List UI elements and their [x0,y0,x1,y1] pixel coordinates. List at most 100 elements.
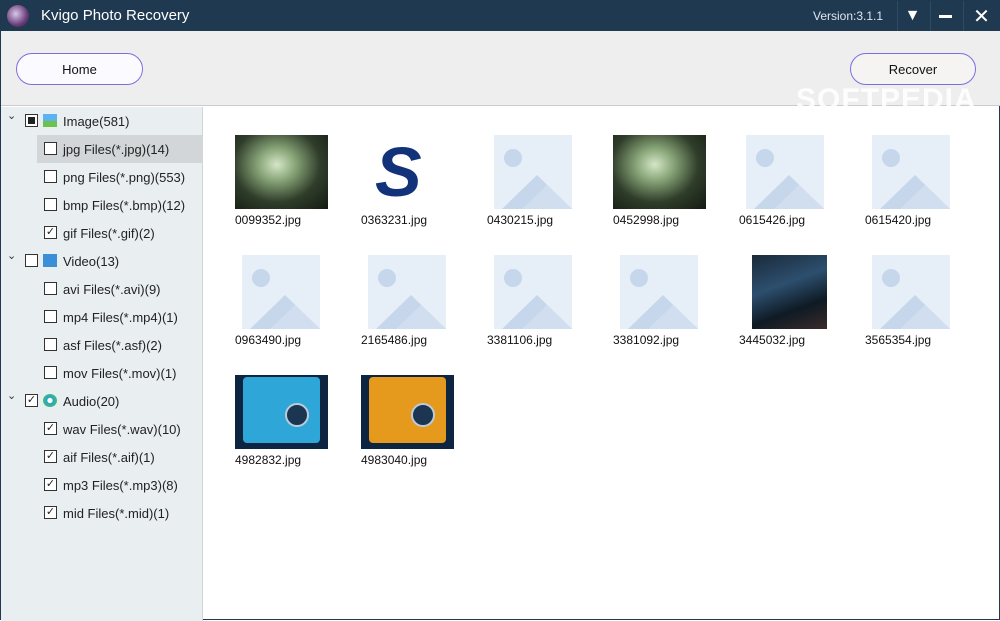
thumbnail [361,375,454,449]
chevron-down-icon[interactable]: ⌄ [7,109,16,122]
tree-item-label: avi Files(*.avi)(9) [63,282,161,297]
checkbox[interactable] [44,142,57,155]
file-grid: 0099352.jpg S 0363231.jpg 0430215.jpg 045299… [204,107,1000,620]
checkbox[interactable]: ✓ [44,506,57,519]
file-name: 0615420.jpg [865,213,932,227]
tree-item[interactable]: ✓ wav Files(*.wav)(10) [37,415,202,443]
file-tile[interactable]: S 0363231.jpg [361,135,481,245]
file-name: 3445032.jpg [739,333,806,347]
thumbnail: S [361,135,454,209]
tree-item[interactable]: ✓ aif Files(*.aif)(1) [37,443,202,471]
file-tile[interactable]: 0963490.jpg [235,255,355,365]
window-title: Kvigo Photo Recovery [41,7,190,24]
tree-item[interactable]: ✓ mid Files(*.mid)(1) [37,499,202,527]
image-placeholder-icon [494,135,572,209]
tree-item-label: mp3 Files(*.mp3)(8) [63,478,178,493]
tree-item[interactable]: mov Files(*.mov)(1) [37,359,202,387]
tree-item[interactable]: ⌄ Video(13) [1,247,202,275]
tree-item[interactable]: mp4 Files(*.mp4)(1) [37,303,202,331]
tree-item[interactable]: png Files(*.png)(553) [37,163,202,191]
file-tile[interactable]: 0099352.jpg [235,135,355,245]
tree-item-label: mov Files(*.mov)(1) [63,366,177,381]
tree-item-label: gif Files(*.gif)(2) [63,226,155,241]
tree-item[interactable]: ✓ gif Files(*.gif)(2) [37,219,202,247]
thumbnail [613,135,706,209]
file-tile[interactable]: 0430215.jpg [487,135,607,245]
checkbox[interactable]: ✓ [44,478,57,491]
thumbnail [235,135,328,209]
file-name: 3565354.jpg [865,333,932,347]
chevron-down-icon[interactable]: ⌄ [7,389,16,402]
checkbox[interactable] [44,338,57,351]
app-logo-icon [7,5,29,27]
file-name: 2165486.jpg [361,333,428,347]
menu-dropdown-button[interactable]: ▼ [897,1,927,31]
tree-item[interactable]: avi Files(*.avi)(9) [37,275,202,303]
image-placeholder-icon [872,135,950,209]
file-tile[interactable]: 2165486.jpg [361,255,481,365]
thumbnail [752,255,827,329]
tree-item-label: Audio(20) [63,394,120,409]
tree-item-label: asf Files(*.asf)(2) [63,338,162,353]
image-placeholder-icon [620,255,698,329]
file-tile[interactable]: 3445032.jpg [739,255,859,365]
checkbox[interactable]: ✓ [44,226,57,239]
toolbar: Home SOFTPEDIA Recover [1,31,1000,116]
file-tile[interactable]: 4982832.jpg [235,375,355,485]
file-name: 3381092.jpg [613,333,680,347]
version-label: Version:3.1.1 [813,9,884,23]
tree-item-label: Image(581) [63,114,130,129]
checkbox[interactable] [44,310,57,323]
checkbox[interactable]: ✓ [44,450,57,463]
image-placeholder-icon [242,255,320,329]
tree-item[interactable]: ⌄ Image(581) [1,107,202,135]
file-tile[interactable]: 0615426.jpg [739,135,859,245]
tree-item-label: bmp Files(*.bmp)(12) [63,198,186,213]
tree-item[interactable]: ⌄ ✓ Audio(20) [1,387,202,415]
file-tile[interactable]: 3381092.jpg [613,255,733,365]
title-bar: Kvigo Photo Recovery Version:3.1.1 ▼ ✕ [1,1,1000,31]
file-tile[interactable]: 0615420.jpg [865,135,985,245]
checkbox[interactable] [44,366,57,379]
checkbox[interactable]: ✓ [25,394,38,407]
file-tile[interactable]: 3565354.jpg [865,255,985,365]
checkbox[interactable] [44,170,57,183]
tree-item-label: mid Files(*.mid)(1) [63,506,170,521]
file-name: 0363231.jpg [361,213,428,227]
file-name: 0099352.jpg [235,213,302,227]
file-name: 3381106.jpg [487,333,553,347]
image-placeholder-icon [368,255,446,329]
thumbnail [235,375,328,449]
tree-item[interactable]: jpg Files(*.jpg)(14) [37,135,202,163]
file-tile[interactable]: 0452998.jpg [613,135,733,245]
minimize-icon [939,14,952,18]
audio-icon [43,394,57,407]
checkbox[interactable] [44,198,57,211]
image-icon [43,114,57,127]
image-placeholder-icon [494,255,572,329]
file-name: 0615426.jpg [739,213,806,227]
file-name: 0963490.jpg [235,333,302,347]
minimize-button[interactable] [930,1,960,31]
caret-down-icon: ▼ [904,7,921,24]
video-icon [43,254,57,267]
checkbox[interactable] [44,282,57,295]
chevron-down-icon[interactable]: ⌄ [7,249,16,262]
file-tile[interactable]: 4983040.jpg [361,375,481,485]
tree-item[interactable]: asf Files(*.asf)(2) [37,331,202,359]
tree-item-label: aif Files(*.aif)(1) [63,450,155,465]
image-placeholder-icon [746,135,824,209]
checkbox[interactable] [25,254,38,267]
tree-item[interactable]: bmp Files(*.bmp)(12) [37,191,202,219]
recover-button[interactable]: Recover [850,53,976,85]
tree-item[interactable]: ✓ mp3 Files(*.mp3)(8) [37,471,202,499]
home-button[interactable]: Home [16,53,143,85]
checkbox[interactable]: ✓ [44,422,57,435]
file-tile[interactable]: 3381106.jpg [487,255,607,365]
image-placeholder-icon [872,255,950,329]
close-button[interactable]: ✕ [963,1,999,31]
checkbox[interactable] [25,114,38,127]
file-name: 4983040.jpg [361,453,428,467]
tree-item-label: jpg Files(*.jpg)(14) [63,142,170,157]
file-name: 0452998.jpg [613,213,680,227]
